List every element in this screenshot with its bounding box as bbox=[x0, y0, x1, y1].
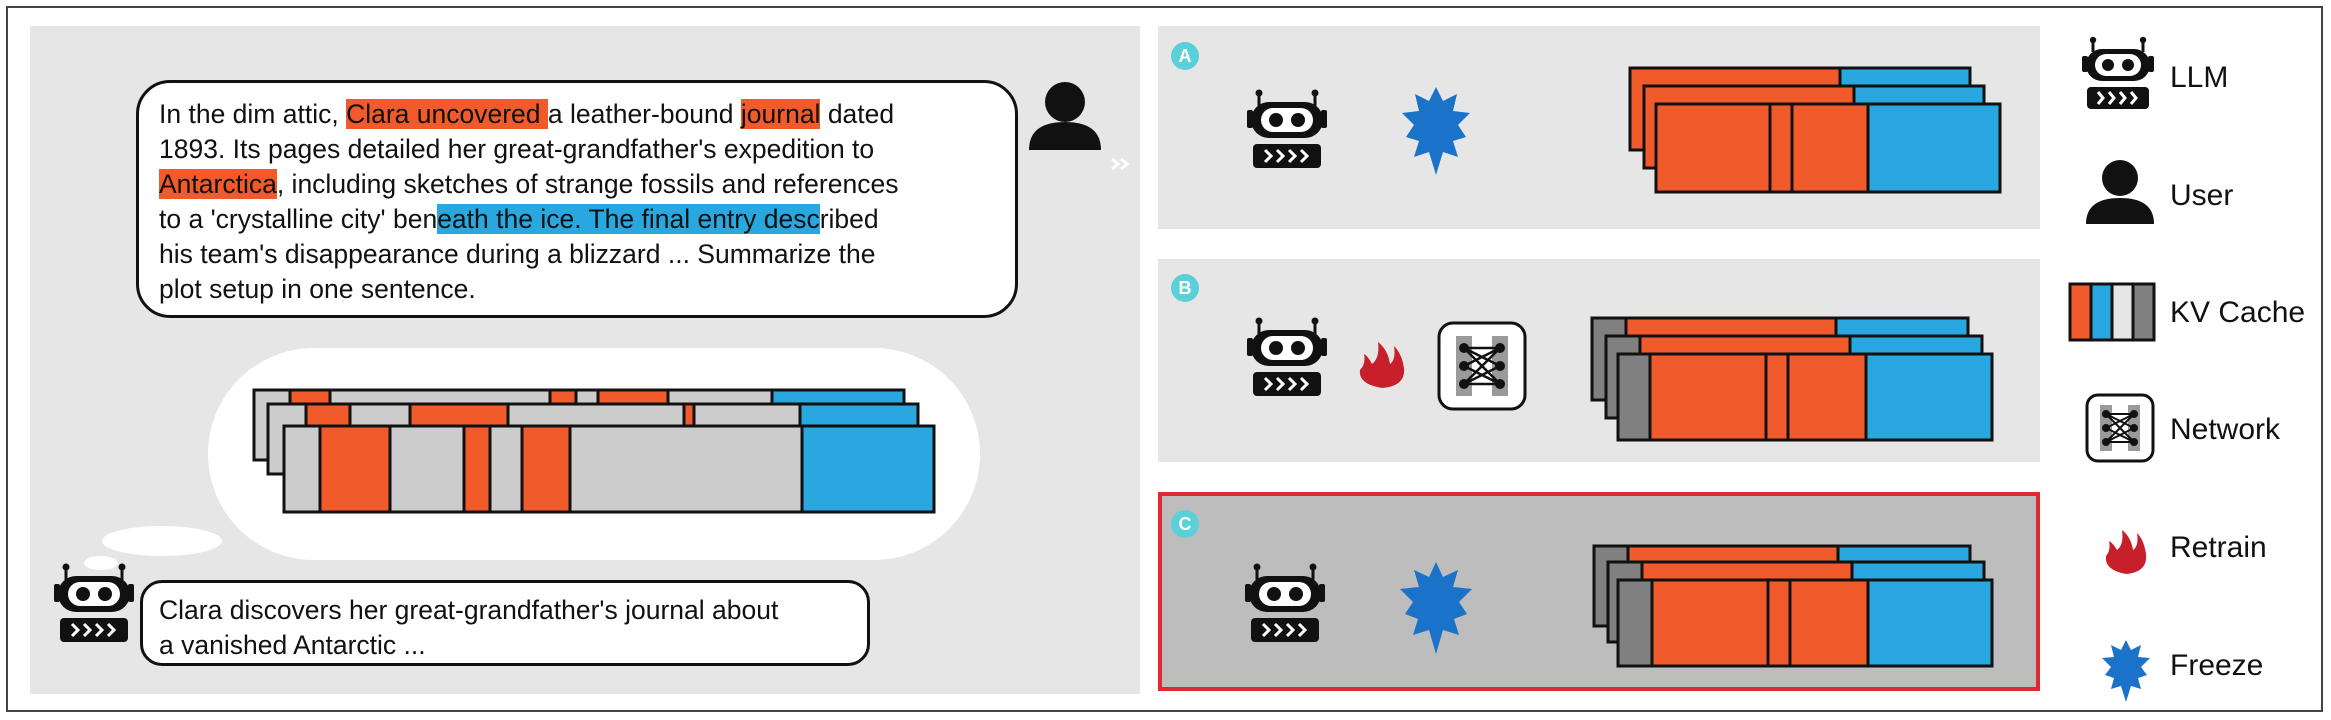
user-icon bbox=[1029, 82, 1101, 150]
prompt-text: plot setup in one sentence. bbox=[159, 274, 476, 304]
legend-user-label: User bbox=[2170, 179, 2234, 212]
highlight-orange: Antarctica bbox=[159, 169, 277, 199]
prompt-text: a leather-bound bbox=[547, 99, 741, 129]
kv-cache-stack bbox=[1590, 316, 1994, 442]
prompt-text: , including sketches of strange fossils … bbox=[276, 169, 899, 199]
row-c-badge: C bbox=[1171, 510, 1199, 538]
fire-icon bbox=[2105, 530, 2147, 574]
snowflake-icon bbox=[2102, 640, 2150, 702]
llm-robot-icon bbox=[54, 563, 134, 642]
prompt-line: his team's disappearance during a blizza… bbox=[159, 237, 1015, 272]
llm-robot-icon bbox=[1247, 89, 1327, 168]
row-a-badge: A bbox=[1171, 42, 1199, 70]
prompt-text: dated bbox=[820, 99, 895, 129]
prompt-line: In the dim attic, Clara uncovered a leat… bbox=[159, 97, 1015, 132]
prompt-text: his team's disappearance during a blizza… bbox=[159, 239, 876, 269]
prompt-line: 1893. Its pages detailed her great-grand… bbox=[159, 132, 1015, 167]
snowflake-icon bbox=[1402, 87, 1470, 175]
prompt-line: plot setup in one sentence. bbox=[159, 272, 1015, 307]
prompt-text: ribed bbox=[819, 204, 879, 234]
legend-network-label: Network bbox=[2170, 413, 2281, 446]
highlight-blue: eath the ice. The final entry desc bbox=[437, 204, 820, 234]
legend-retrain-label: Retrain bbox=[2170, 531, 2267, 564]
highlight-orange: journal bbox=[740, 99, 821, 129]
prompt-text: to a 'crystalline city' ben bbox=[159, 204, 438, 234]
legend-llm-label: LLM bbox=[2170, 61, 2229, 94]
kv-cache-stack bbox=[1592, 544, 1994, 668]
kv-cache-legend-icon bbox=[2068, 282, 2156, 342]
network-icon bbox=[1437, 321, 1527, 411]
prompt-bubble: In the dim attic, Clara uncovered a leat… bbox=[136, 80, 1018, 318]
prompt-text: In the dim attic, bbox=[159, 99, 347, 129]
legend-freeze-label: Freeze bbox=[2170, 649, 2264, 682]
snowflake-icon bbox=[1400, 562, 1472, 654]
prompt-line: to a 'crystalline city' beneath the ice.… bbox=[159, 202, 1015, 237]
prompt-text: 1893. Its pages detailed her great-grand… bbox=[159, 134, 875, 164]
thought-puff bbox=[102, 526, 222, 556]
summary-bubble: Clara discovers her great-grandfather's … bbox=[140, 580, 870, 666]
legend-kv-cache-label: KV Cache bbox=[2170, 296, 2306, 329]
prompt-line: Antarctica, including sketches of strang… bbox=[159, 167, 1015, 202]
summary-text: Clara discovers her great-grandfather's … bbox=[159, 595, 779, 625]
highlight-orange: Clara uncovered bbox=[346, 99, 548, 129]
user-icon bbox=[2086, 160, 2154, 224]
kv-cache-stack bbox=[252, 388, 936, 514]
llm-robot-icon bbox=[2082, 36, 2154, 109]
fire-icon bbox=[1359, 342, 1405, 388]
summary-text: a vanished Antarctic ... bbox=[159, 630, 426, 660]
kv-cache-stack bbox=[1628, 66, 2002, 194]
llm-robot-icon bbox=[1245, 563, 1325, 642]
chevron-right-icon bbox=[1111, 157, 1130, 171]
llm-robot-icon bbox=[1247, 317, 1327, 396]
row-b-badge: B bbox=[1171, 274, 1199, 302]
network-icon bbox=[2085, 393, 2155, 463]
